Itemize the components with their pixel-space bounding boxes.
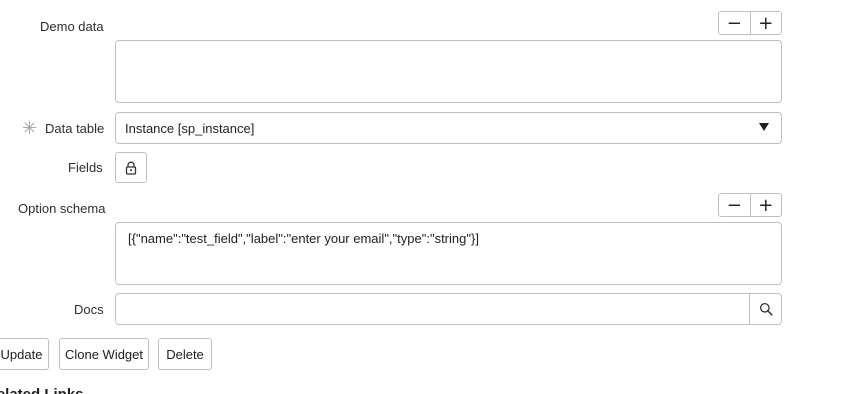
docs-search-button[interactable]	[750, 293, 782, 325]
chevron-down-icon	[759, 123, 769, 131]
lock-icon	[125, 161, 137, 175]
demo-data-resize-controls: − +	[718, 11, 782, 35]
fields-label: Fields	[68, 160, 103, 175]
demo-data-collapse-button[interactable]: −	[719, 12, 750, 34]
option-schema-collapse-button[interactable]: −	[719, 194, 750, 216]
option-schema-expand-button[interactable]: +	[749, 194, 782, 216]
mandatory-asterisk-icon: ✳	[22, 118, 38, 138]
data-table-selected-value: Instance [sp_instance]	[125, 120, 255, 136]
data-table-label: Data table	[45, 121, 105, 136]
search-icon	[759, 302, 773, 316]
demo-data-label: Demo data	[40, 19, 104, 34]
docs-input[interactable]	[115, 293, 750, 325]
related-links-heading: Related Links	[0, 386, 84, 394]
data-table-select[interactable]: Instance [sp_instance]	[115, 112, 782, 144]
option-schema-label: Option schema	[18, 201, 106, 216]
clone-widget-button[interactable]: Clone Widget	[59, 338, 149, 370]
demo-data-expand-button[interactable]: +	[749, 12, 782, 34]
option-schema-resize-controls: − +	[718, 193, 782, 217]
fields-lock-button[interactable]	[115, 152, 147, 183]
delete-button[interactable]: Delete	[158, 338, 212, 370]
widget-form: Demo data − + ✳ Data table Instance [sp_…	[0, 0, 862, 394]
demo-data-textarea[interactable]	[115, 40, 782, 103]
docs-label: Docs	[74, 302, 104, 317]
option-schema-textarea[interactable]: [{"name":"test_field","label":"enter you…	[115, 222, 782, 285]
update-button[interactable]: Update	[0, 338, 49, 370]
